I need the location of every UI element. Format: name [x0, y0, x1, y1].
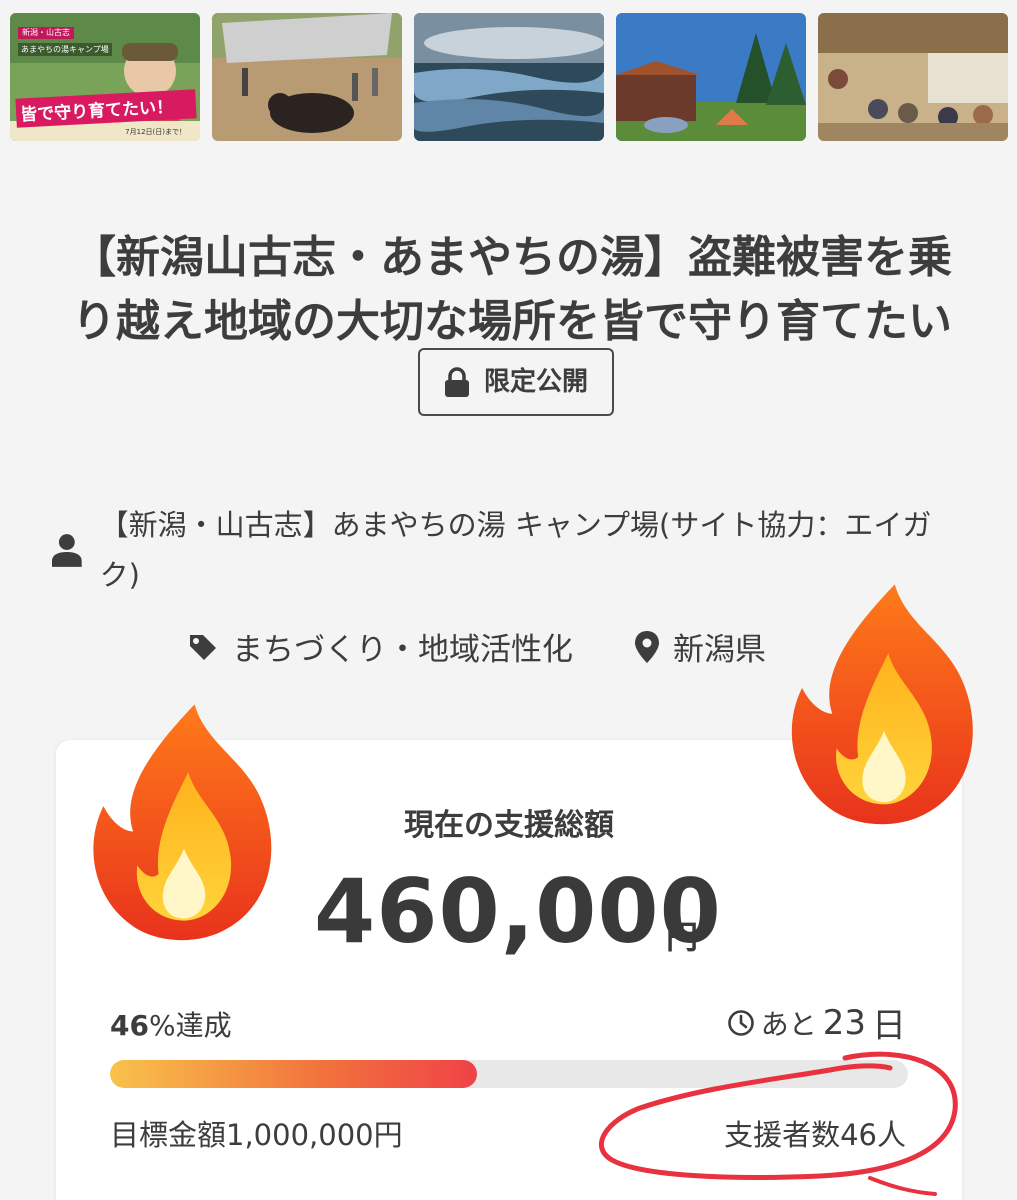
supporter-count: 支援者数46人 [724, 1118, 906, 1152]
achievement-rate: 46%達成 [110, 1004, 232, 1044]
thumbnail-rice-terraces[interactable] [414, 13, 604, 141]
thumbnail-bullfighting[interactable] [212, 13, 402, 141]
thumbnail-subtitle: あまやちの湯キャンプ場 [18, 43, 112, 56]
location-link[interactable]: 新潟県 [673, 624, 766, 669]
thumbnail-campsite[interactable] [616, 13, 806, 141]
project-title: 【新潟山古志・あまやちの湯】盗難被害を乗り越え地域の大切な場所を皆で守り育てたい… [62, 226, 962, 422]
campsite-image [616, 13, 806, 141]
tag-icon [190, 634, 216, 660]
category-link[interactable]: まちづくり・地域活性化 [232, 624, 573, 669]
person-icon [52, 534, 82, 567]
progress-bar [110, 1060, 908, 1088]
goal-amount: 目標金額1,000,000円 [110, 1118, 403, 1152]
lock-icon [444, 367, 469, 397]
currency-unit: 円 [666, 918, 699, 956]
remaining-suffix: 日 [872, 1006, 906, 1046]
fire-emoji-right [791, 584, 973, 825]
bullfighting-image [212, 13, 402, 141]
location-pin-icon [635, 630, 659, 663]
thumbnail-tag: 新潟・山古志 [18, 27, 74, 40]
thumbnail-date: 7月12日(日)まで！ [125, 128, 186, 136]
community-hall-image [818, 13, 1008, 141]
project-meta: まちづくり・地域活性化 新潟県 [188, 624, 766, 669]
support-amount: 460,000 [314, 860, 722, 963]
remaining-prefix: あと [760, 1007, 817, 1041]
thumbnail-community-hall[interactable] [818, 13, 1008, 141]
thumbnail-strip: 新潟・山古志 あまやちの湯キャンプ場 皆で守り育てたい！ 7月12日(日)まで！ [10, 13, 1008, 141]
fire-emoji-left [93, 704, 272, 941]
badge-label: 限定公開 [483, 367, 588, 397]
clock-icon [727, 1009, 754, 1036]
thumbnail-campaign-banner[interactable]: 新潟・山古志 あまやちの湯キャンプ場 皆で守り育てたい！ 7月12日(日)まで！ [10, 13, 200, 141]
progress-bar-fill [110, 1060, 478, 1088]
rice-terraces-image [414, 13, 604, 141]
achievement-percent: 46 [110, 1009, 149, 1042]
remaining-time: あと 23 日 [727, 998, 906, 1047]
achievement-suffix: %達成 [148, 1009, 232, 1042]
remaining-days: 23 [822, 1002, 866, 1043]
limited-public-badge: 限定公開 [417, 348, 614, 416]
project-title-text: 【新潟山古志・あまやちの湯】盗難被害を乗り越え地域の大切な場所を皆で守り育てたい [72, 232, 952, 347]
